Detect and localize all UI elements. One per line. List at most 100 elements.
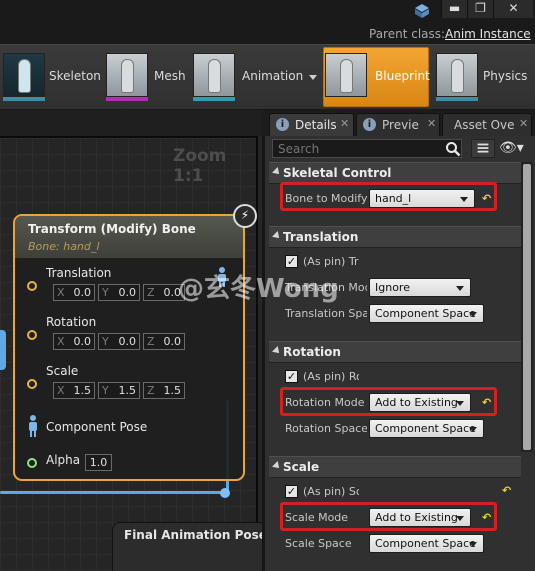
section-title: Translation [283, 230, 359, 244]
mode-label: Animation [242, 69, 304, 83]
node-header: Transform (Modify) Bone Bone: hand_l [15, 216, 243, 258]
scale-as-pin-checkbox[interactable]: ✓ [285, 485, 298, 498]
maximize-button[interactable]: ❐ [467, 0, 493, 18]
chevron-down-icon [469, 427, 477, 432]
final-node-title: Final Animation Pose [124, 528, 267, 542]
close-tab-icon[interactable]: ✕ [519, 117, 528, 130]
rotation-as-pin-label: (As pin) Rot [303, 370, 359, 383]
search-icon[interactable] [445, 141, 461, 157]
exec-wire [0, 330, 6, 370]
final-animation-pose-node[interactable]: Final Animation Pose [112, 522, 272, 571]
rotation-space-combo[interactable]: Component Space [369, 419, 484, 438]
collapse-arrow-icon [272, 231, 282, 241]
parent-class-label: Parent class: [369, 27, 446, 41]
tab-details[interactable]: i Details ✕ [269, 113, 354, 136]
translation-pin-label: Translation [46, 266, 112, 280]
scrollbar-thumb[interactable] [523, 164, 531, 450]
section-title: Rotation [283, 345, 341, 359]
rotation-x-field[interactable]: X 0.0 [53, 333, 95, 350]
translation-space-combo[interactable]: Component Space [369, 304, 484, 323]
tab-preview[interactable]: i Previe ✕ [356, 113, 440, 136]
scale-space-combo[interactable]: Component Space [369, 534, 484, 553]
section-translation[interactable]: Translation [269, 226, 521, 248]
translation-as-pin-checkbox[interactable]: ✓ [285, 255, 298, 268]
mode-physics-button[interactable]: Physics [436, 53, 532, 103]
view-options-grid-button[interactable] [471, 139, 495, 158]
mode-color-bar [193, 97, 235, 101]
highlight-box [280, 502, 497, 531]
value: 0.0 [118, 335, 137, 348]
skeleton-thumbnail-icon [3, 53, 45, 97]
tab-asset-overrides[interactable]: Asset Ove ✕ [442, 113, 532, 136]
animation-dropdown-icon[interactable] [309, 75, 317, 80]
title-bar: ▬ ❐ ✕ [0, 0, 535, 22]
scale-y-field[interactable]: Y 1.5 [98, 382, 140, 399]
zoom-level-label: Zoom 1:1 [173, 146, 227, 186]
scale-space-label: Scale Space [285, 537, 352, 550]
scale-as-pin-label: (As pin) Sca [303, 485, 359, 498]
collapse-arrow-icon [272, 167, 282, 177]
parent-class-link[interactable]: Anim Instance [445, 27, 531, 41]
axis-label: Z [147, 335, 155, 348]
axis-label: Y [102, 335, 109, 348]
close-window-button[interactable]: ✕ [493, 0, 533, 18]
value: 1.5 [118, 384, 137, 397]
search-input[interactable] [272, 139, 462, 158]
collapse-arrow-icon [272, 461, 282, 471]
axis-label: Z [147, 384, 155, 397]
reset-to-default-icon[interactable]: ↶ [502, 484, 511, 497]
collapse-arrow-icon [272, 346, 282, 356]
grid-icon [477, 143, 489, 153]
mode-animation-button[interactable]: Animation [193, 53, 318, 103]
translation-input-pin[interactable] [27, 281, 37, 291]
section-title: Scale [283, 460, 320, 474]
section-scale[interactable]: Scale [269, 456, 521, 478]
wire-knot[interactable] [220, 488, 230, 498]
alpha-value-field[interactable]: 1.0 [85, 454, 112, 471]
rotation-pin-label: Rotation [46, 315, 97, 329]
close-tab-icon[interactable]: ✕ [340, 117, 349, 130]
alpha-input-pin[interactable] [27, 458, 37, 468]
rotation-y-field[interactable]: Y 0.0 [98, 333, 140, 350]
physics-thumbnail-icon [436, 53, 478, 97]
mode-skeleton-button[interactable]: Skeleton [3, 53, 103, 103]
translation-as-pin-label: (As pin) Tra [303, 255, 359, 268]
transform-modify-bone-node[interactable]: Transform (Modify) Bone Bone: hand_l ⚡ T… [13, 204, 257, 481]
section-rotation[interactable]: Rotation [269, 341, 521, 363]
axis-label: Y [102, 286, 109, 299]
section-skeletal-control[interactable]: Skeletal Control [269, 162, 521, 184]
scale-input-pin[interactable] [27, 379, 37, 389]
translation-x-field[interactable]: X 0.0 [53, 284, 95, 301]
rotation-input-pin[interactable] [27, 330, 37, 340]
translation-space-label: Translation Spa [285, 307, 367, 320]
editor-logo-icon [415, 4, 429, 18]
node-title: Transform (Modify) Bone [28, 222, 196, 236]
details-scrollbar[interactable] [521, 162, 533, 452]
mode-mesh-button[interactable]: Mesh [106, 53, 186, 103]
rotation-as-pin-checkbox[interactable]: ✓ [285, 370, 298, 383]
scale-x-field[interactable]: X 1.5 [53, 382, 95, 399]
anim-blueprint-editor: ▬ ❐ ✕ Parent class: Anim Instance Skelet… [0, 0, 535, 571]
mode-blueprint-button[interactable]: Blueprint [323, 47, 430, 107]
mode-label: Mesh [154, 69, 186, 83]
component-pose-input-icon[interactable] [26, 414, 40, 438]
tab-label: Details [295, 118, 337, 132]
minimize-button[interactable]: ▬ [441, 0, 467, 18]
details-tab-bar: i Details ✕ i Previe ✕ Asset Ove ✕ [262, 110, 535, 136]
mode-label: Physics [483, 69, 528, 83]
close-tab-icon[interactable]: ✕ [427, 117, 436, 130]
highlight-box [280, 387, 497, 416]
value: 0.0 [118, 286, 137, 299]
scale-z-field[interactable]: Z 1.5 [143, 382, 185, 399]
graph-header [0, 110, 262, 136]
mode-color-bar [436, 97, 478, 101]
parent-class-row: Parent class: Anim Instance [0, 22, 535, 44]
mode-color-bar [3, 97, 45, 101]
visibility-eye-icon[interactable]: 👁▾ [499, 140, 529, 158]
translation-y-field[interactable]: Y 0.0 [98, 284, 140, 301]
rotation-z-field[interactable]: Z 0.0 [143, 333, 185, 350]
info-icon: i [276, 118, 289, 131]
section-title: Skeletal Control [283, 166, 392, 180]
translation-mode-combo[interactable]: Ignore [369, 278, 471, 297]
mode-label: Blueprint [375, 69, 430, 83]
